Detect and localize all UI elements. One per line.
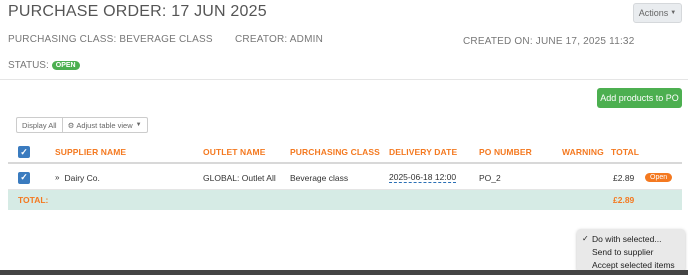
po-header: PURCHASE ORDER: 17 JUN 2025 Actions ▼ PU… (0, 0, 688, 80)
col-po-number[interactable]: PO NUMBER (479, 142, 532, 162)
col-warning[interactable]: WARNING (562, 142, 604, 162)
table-header-row: ✓ SUPPLIER NAME OUTLET NAME PURCHASING C… (8, 142, 682, 164)
actions-label: Actions (638, 8, 669, 18)
status-badge: OPEN (51, 61, 80, 70)
dropdown-option-do-with-selected[interactable]: ✓ Do with selected... (577, 232, 685, 245)
col-total[interactable]: TOTAL (611, 142, 639, 162)
checkmark-icon: ✓ (582, 234, 589, 243)
caret-down-icon: ▼ (135, 122, 142, 128)
bulk-action-dropdown[interactable]: ✓ Do with selected... Send to supplier A… (577, 229, 685, 272)
created-on-info: CREATED ON: JUNE 17, 2025 11:32 (463, 36, 635, 47)
caret-down-icon: ▼ (670, 10, 677, 16)
table-total-row: TOTAL: £2.89 (8, 190, 682, 210)
gears-icon: ⚙ (67, 120, 75, 130)
outlet-name-cell: GLOBAL: Outlet All (203, 172, 276, 183)
select-all-checkbox[interactable]: ✓ (18, 146, 30, 158)
total-cell: £2.89 (613, 172, 635, 183)
header-divider (0, 79, 688, 80)
row-status-badge: Open (645, 173, 673, 182)
supplier-name-cell: Dairy Co. (64, 172, 100, 183)
display-all-button[interactable]: Display All (17, 118, 62, 132)
actions-dropdown-button[interactable]: Actions ▼ (633, 3, 682, 23)
row-checkbox[interactable]: ✓ (18, 171, 30, 184)
purchasing-class-info: PURCHASING CLASS: BEVERAGE CLASS (8, 34, 213, 45)
creator-info: CREATOR: ADMIN (235, 34, 323, 45)
view-button-group: Display All ⚙ Adjust table view ▼ (16, 117, 148, 133)
grand-total-value: £2.89 (613, 195, 635, 205)
col-delivery-date[interactable]: DELIVERY DATE (389, 142, 457, 162)
col-outlet-name[interactable]: OUTLET NAME (203, 142, 265, 162)
total-label: TOTAL: (18, 195, 49, 205)
expand-chevron-icon[interactable]: » (55, 173, 59, 182)
add-products-button[interactable]: Add products to PO (597, 88, 682, 108)
po-number-cell: PO_2 (479, 172, 501, 183)
adjust-table-view-button[interactable]: ⚙ Adjust table view ▼ (61, 118, 147, 132)
status-row: STATUS: OPEN (8, 60, 80, 71)
table-row[interactable]: ✓ » Dairy Co. GLOBAL: Outlet All Beverag… (8, 166, 682, 190)
col-purchasing-class[interactable]: PURCHASING CLASS (290, 142, 380, 162)
delivery-date-editable[interactable]: 2025-06-18 12:00 (389, 172, 457, 183)
page-title: PURCHASE ORDER: 17 JUN 2025 (8, 3, 267, 20)
status-label: STATUS: (8, 60, 49, 71)
dropdown-option-send-to-supplier[interactable]: Send to supplier (577, 245, 685, 258)
bottom-border (0, 270, 688, 275)
adjust-view-label: Adjust table view (76, 120, 133, 130)
purchasing-class-cell: Beverage class (290, 172, 349, 183)
col-supplier-name[interactable]: SUPPLIER NAME (55, 142, 126, 162)
